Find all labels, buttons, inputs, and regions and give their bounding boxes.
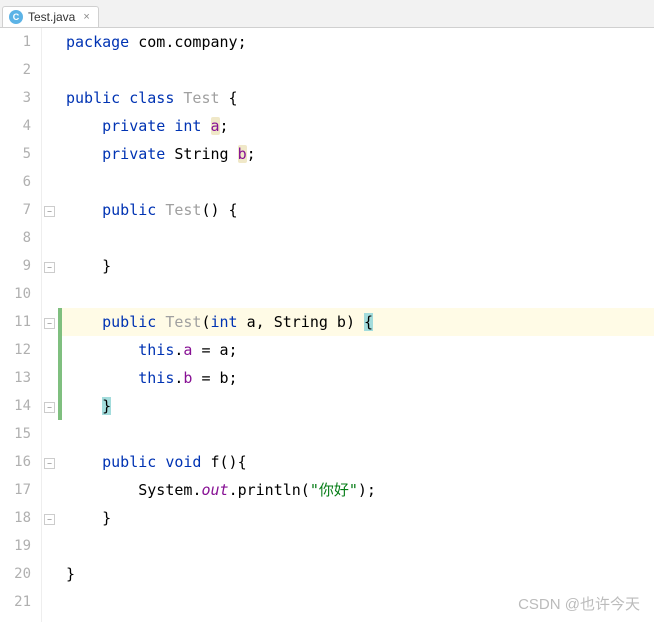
- change-marker: [58, 308, 62, 420]
- line-number[interactable]: 2: [0, 56, 31, 84]
- fold-marker-icon[interactable]: −: [44, 262, 55, 273]
- code-line-current[interactable]: public Test(int a, String b) {: [58, 308, 654, 336]
- line-number[interactable]: 20: [0, 560, 31, 588]
- code-line[interactable]: [58, 56, 654, 84]
- line-number[interactable]: 15: [0, 420, 31, 448]
- code-area[interactable]: package com.company; public class Test {…: [58, 28, 654, 622]
- line-number[interactable]: 21: [0, 588, 31, 616]
- tab-filename: Test.java: [28, 10, 75, 24]
- tab-bar: C Test.java ×: [0, 0, 654, 28]
- line-number[interactable]: 14: [0, 392, 31, 420]
- code-line[interactable]: [58, 280, 654, 308]
- code-line[interactable]: package com.company;: [58, 28, 654, 56]
- code-line[interactable]: this.b = b;: [58, 364, 654, 392]
- code-line[interactable]: }: [58, 252, 654, 280]
- code-line[interactable]: }: [58, 504, 654, 532]
- code-line[interactable]: public void f(){: [58, 448, 654, 476]
- code-line[interactable]: this.a = a;: [58, 336, 654, 364]
- line-number[interactable]: 5: [0, 140, 31, 168]
- line-number-gutter: 1 2 3 4 5 6 7 8 9 10 11 12 13 14 15 16 1…: [0, 28, 42, 622]
- fold-marker-icon[interactable]: −: [44, 402, 55, 413]
- line-number[interactable]: 10: [0, 280, 31, 308]
- fold-gutter: − − − − − −: [42, 28, 58, 622]
- line-number[interactable]: 19: [0, 532, 31, 560]
- java-class-icon: C: [9, 10, 23, 24]
- line-number[interactable]: 13: [0, 364, 31, 392]
- code-line[interactable]: }: [58, 392, 654, 420]
- code-line[interactable]: System.out.println("你好");: [58, 476, 654, 504]
- fold-marker-icon[interactable]: −: [44, 318, 55, 329]
- close-icon[interactable]: ×: [83, 11, 89, 23]
- line-number[interactable]: 1: [0, 28, 31, 56]
- code-line[interactable]: }: [58, 560, 654, 588]
- fold-marker-icon[interactable]: −: [44, 206, 55, 217]
- line-number[interactable]: 18: [0, 504, 31, 532]
- code-line[interactable]: [58, 168, 654, 196]
- line-number[interactable]: 8: [0, 224, 31, 252]
- line-number[interactable]: 3: [0, 84, 31, 112]
- code-line[interactable]: [58, 224, 654, 252]
- code-line[interactable]: public class Test {: [58, 84, 654, 112]
- line-number[interactable]: 16: [0, 448, 31, 476]
- line-number[interactable]: 4: [0, 112, 31, 140]
- line-number[interactable]: 6: [0, 168, 31, 196]
- code-line[interactable]: [58, 588, 654, 616]
- fold-marker-icon[interactable]: −: [44, 458, 55, 469]
- code-line[interactable]: public Test() {: [58, 196, 654, 224]
- tab-test-java[interactable]: C Test.java ×: [2, 6, 99, 27]
- code-line[interactable]: [58, 420, 654, 448]
- code-line[interactable]: [58, 532, 654, 560]
- line-number[interactable]: 11: [0, 308, 31, 336]
- line-number[interactable]: 7: [0, 196, 31, 224]
- fold-marker-icon[interactable]: −: [44, 514, 55, 525]
- line-number[interactable]: 12: [0, 336, 31, 364]
- code-line[interactable]: private int a;: [58, 112, 654, 140]
- editor-area: 1 2 3 4 5 6 7 8 9 10 11 12 13 14 15 16 1…: [0, 28, 654, 622]
- code-line[interactable]: private String b;: [58, 140, 654, 168]
- line-number[interactable]: 17: [0, 476, 31, 504]
- line-number[interactable]: 9: [0, 252, 31, 280]
